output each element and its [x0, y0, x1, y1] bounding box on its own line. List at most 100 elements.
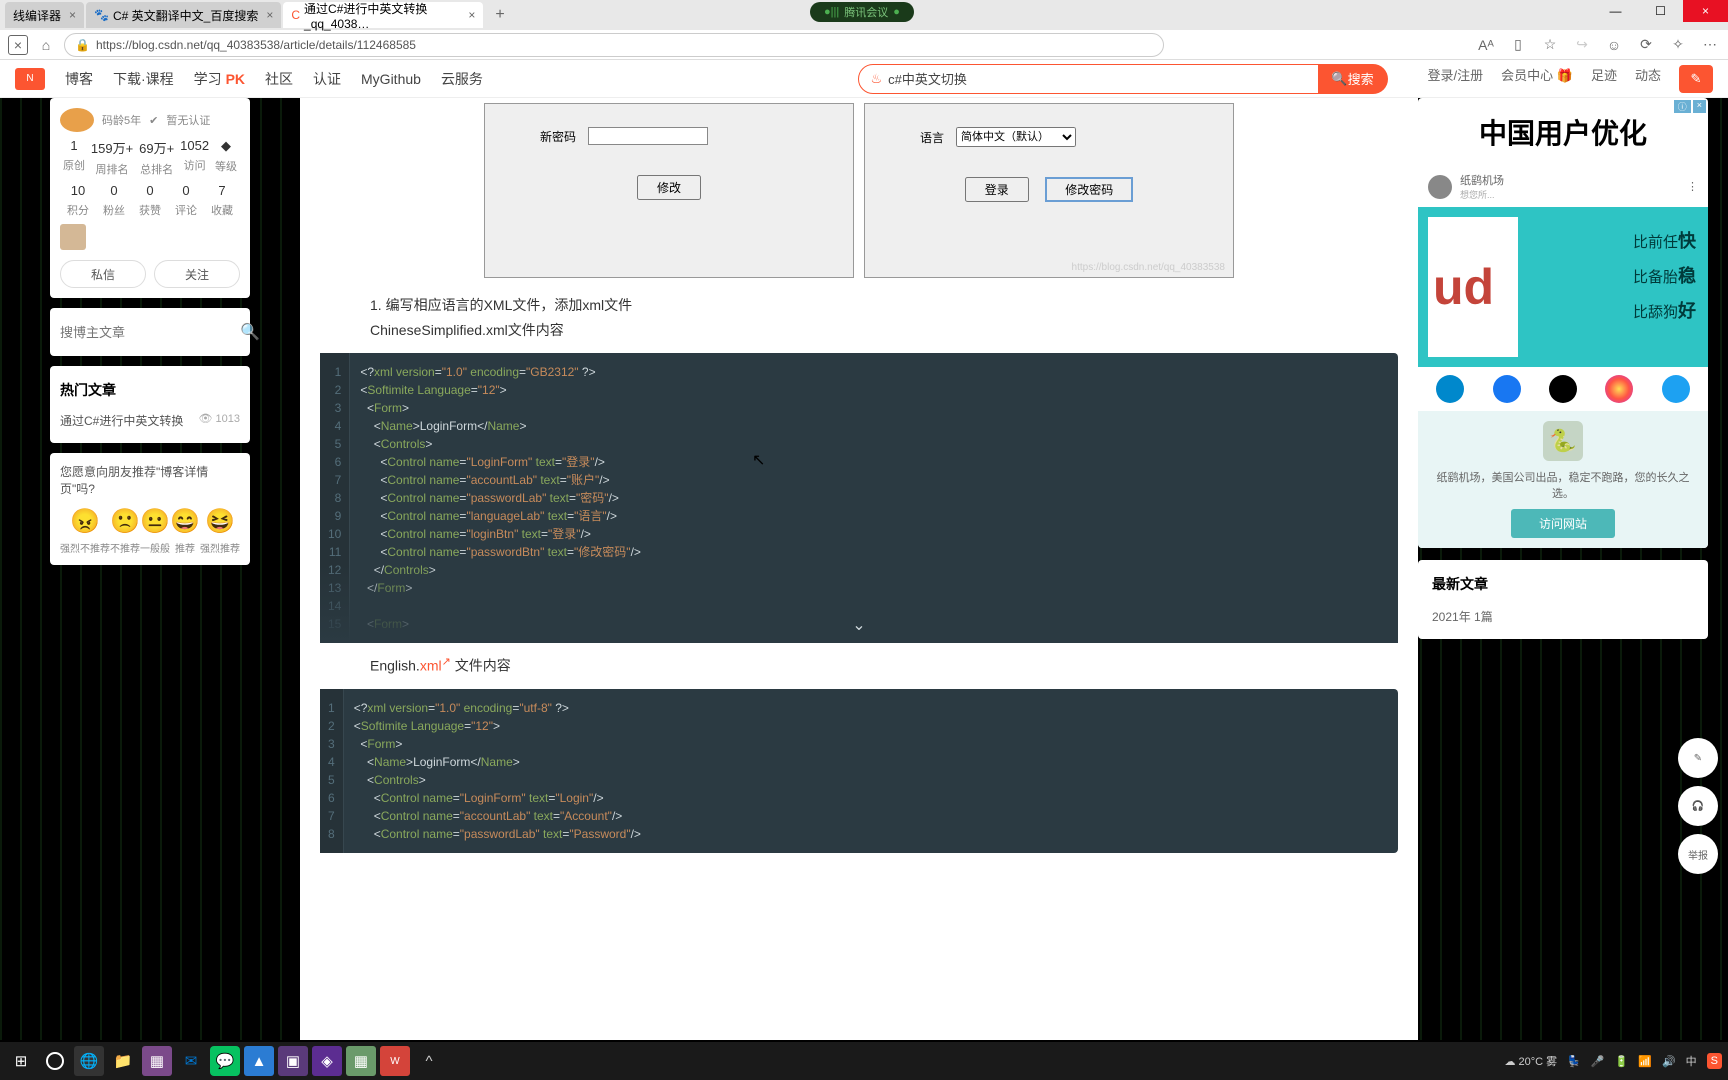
mail-icon[interactable]: ✉	[176, 1046, 206, 1076]
ad-sub: 想您所...	[1460, 188, 1504, 201]
profile-icon[interactable]: ☺	[1604, 35, 1624, 55]
tray-icon[interactable]: 🎤	[1591, 1055, 1605, 1068]
nav-github[interactable]: MyGithub	[361, 71, 421, 87]
forward-icon[interactable]: ↪	[1572, 35, 1592, 55]
csdn-nav: N 博客 下载·课程 学习 PK 社区 认证 MyGithub 云服务 ♨c#中…	[0, 60, 1728, 98]
recommend-card: 您愿意向朋友推荐"博客详情页"吗? 😠强烈不推荐 🙁不推荐 😐一般般 😄推荐 😆…	[50, 453, 250, 565]
tray-icon[interactable]: 💺	[1567, 1055, 1581, 1068]
tab-1[interactable]: 线编译器×	[5, 2, 84, 28]
verify-text: 暂无认证	[166, 112, 210, 128]
explorer-icon[interactable]: 📁	[108, 1046, 138, 1076]
write-button[interactable]: ✎	[1679, 65, 1713, 93]
wechat-icon[interactable]: 💬	[210, 1046, 240, 1076]
csdn-logo[interactable]: N	[15, 68, 45, 90]
expand-code-button[interactable]: ⌄	[852, 615, 865, 635]
follow-button[interactable]: 关注	[154, 260, 240, 288]
volume-icon[interactable]: 🔊	[1662, 1055, 1676, 1068]
newpwd-input[interactable]	[588, 127, 708, 145]
lock-icon: 🔒	[75, 38, 90, 52]
tab-3-active[interactable]: C通过C#进行中英文转换_qq_4038…×	[283, 2, 483, 28]
blog-search-input[interactable]	[60, 318, 236, 346]
message-button[interactable]: 私信	[60, 260, 146, 288]
menu-icon[interactable]: ⋯	[1700, 35, 1720, 55]
instagram-icon	[1605, 375, 1633, 403]
start-button[interactable]: ⊞	[6, 1046, 36, 1076]
cortana-icon[interactable]	[40, 1046, 70, 1076]
ime-icon[interactable]: 中	[1686, 1053, 1697, 1069]
url-input[interactable]: 🔒https://blog.csdn.net/qq_40383538/artic…	[64, 33, 1164, 57]
nav-cert[interactable]: 认证	[313, 69, 341, 89]
login-button[interactable]: 登录	[965, 177, 1029, 202]
search-icon[interactable]: 🔍	[236, 318, 264, 346]
wps-icon[interactable]: W	[380, 1046, 410, 1076]
sogou-icon[interactable]: S	[1707, 1053, 1722, 1069]
modify-button[interactable]: 修改	[637, 175, 701, 200]
nav-history[interactable]: 足迹	[1591, 65, 1617, 93]
refresh-icon[interactable]: ⟳	[1636, 35, 1656, 55]
code-content[interactable]: <?xml version="1.0" encoding="utf-8" ?> …	[344, 689, 651, 853]
fire-icon: ♨	[871, 71, 883, 87]
ad-card: ⓘ× 中国用户优化 纸鹞机场想您所...⋮ ud 比前任快 比备胎稳 比舔狗好 …	[1418, 98, 1708, 548]
edge-icon[interactable]: 🌐	[74, 1046, 104, 1076]
more-icon[interactable]: ⋮	[1687, 180, 1698, 193]
close-icon[interactable]: ×	[266, 8, 273, 22]
wifi-icon[interactable]: 📶	[1638, 1055, 1652, 1068]
level-icon: ◆	[215, 138, 237, 154]
latest-title: 最新文章	[1432, 574, 1694, 594]
emoji-strongly-yes[interactable]: 😆强烈推荐	[200, 507, 240, 555]
section-2-title: English.xml↗ 文件内容	[370, 653, 1348, 679]
nav-blog[interactable]: 博客	[65, 69, 93, 89]
tab-2[interactable]: 🐾C# 英文翻译中文_百度搜索×	[86, 2, 281, 28]
changepwd-button[interactable]: 修改密码	[1045, 177, 1133, 202]
close-icon[interactable]: ×	[69, 8, 76, 22]
line-gutter: 12345678	[320, 689, 344, 853]
hot-item[interactable]: 通过C#进行中英文转换 👁 1013	[60, 408, 240, 433]
tray-expand-icon[interactable]: ^	[414, 1046, 444, 1076]
nav-cloud[interactable]: 云服务	[441, 69, 483, 89]
ad-body[interactable]: ud 比前任快 比备胎稳 比舔狗好	[1418, 207, 1708, 367]
nav-download[interactable]: 下载·课程	[113, 69, 174, 89]
home-icon[interactable]: ⌂	[36, 35, 56, 55]
browser-tabs: 线编译器× 🐾C# 英文翻译中文_百度搜索× C通过C#进行中英文转换_qq_4…	[0, 0, 1728, 30]
stats-row-1: 1原创 159万+周排名 69万+总排名 1052访问 ◆等级	[60, 138, 240, 177]
tray-icon[interactable]: 🔋	[1615, 1055, 1629, 1068]
app-icon[interactable]: ▦	[346, 1046, 376, 1076]
nav-community[interactable]: 社区	[265, 69, 293, 89]
close-icon[interactable]: ×	[468, 8, 475, 22]
emoji-neutral[interactable]: 😐一般般	[140, 507, 170, 555]
hot-title: 热门文章	[60, 376, 240, 408]
emoji-yes[interactable]: 😄推荐	[170, 507, 200, 555]
favorite-icon[interactable]: ☆	[1540, 35, 1560, 55]
emoji-no[interactable]: 🙁不推荐	[110, 507, 140, 555]
ad-social-icons	[1418, 367, 1708, 411]
minimize-icon[interactable]: —	[1593, 0, 1638, 22]
stop-icon[interactable]: ×	[8, 35, 28, 55]
translate-icon[interactable]: ▯	[1508, 35, 1528, 55]
app-icon[interactable]: ▦	[142, 1046, 172, 1076]
weather-widget[interactable]: ☁ 20°C 雾	[1504, 1053, 1557, 1069]
lang-select[interactable]: 简体中文（默认）	[956, 127, 1076, 147]
nav-activity[interactable]: 动态	[1635, 65, 1661, 93]
new-tab-button[interactable]: +	[485, 6, 514, 24]
nav-login[interactable]: 登录/注册	[1428, 65, 1484, 93]
maximize-icon[interactable]: ☐	[1638, 0, 1683, 22]
author-years: 码龄5年	[102, 112, 141, 128]
text-size-icon[interactable]: Aᴬ	[1476, 35, 1496, 55]
latest-item[interactable]: 2021年 1篇	[1432, 608, 1694, 625]
vs-icon[interactable]: ◈	[312, 1046, 342, 1076]
ad-close[interactable]: ⓘ×	[1674, 100, 1706, 113]
emoji-strongly-no[interactable]: 😠强烈不推荐	[60, 507, 110, 555]
ad-title: 中国用户优化	[1418, 98, 1708, 166]
search-button[interactable]: 🔍 搜索	[1318, 64, 1388, 94]
twitter-icon	[1662, 375, 1690, 403]
tencent-meeting-pill[interactable]: ●|||腾讯会议●	[810, 2, 914, 22]
nav-study[interactable]: 学习 PK	[194, 69, 245, 89]
lang-label: 语言	[920, 129, 944, 146]
collections-icon[interactable]: ✧	[1668, 35, 1688, 55]
app-icon[interactable]: ▣	[278, 1046, 308, 1076]
nav-vip[interactable]: 会员中心 🎁	[1501, 65, 1573, 93]
visit-site-button[interactable]: 访问网站	[1511, 509, 1615, 538]
csdn-search-input[interactable]: ♨c#中英文切换	[858, 64, 1338, 94]
close-window-icon[interactable]: ×	[1683, 0, 1728, 22]
app-icon[interactable]: ▲	[244, 1046, 274, 1076]
